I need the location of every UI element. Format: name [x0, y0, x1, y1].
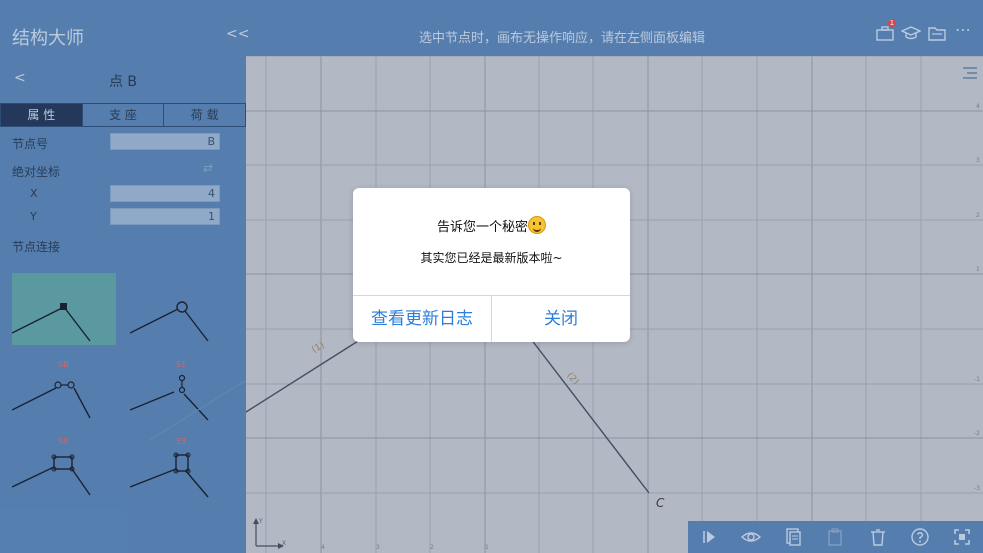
tab-loads[interactable]: 荷 载 — [164, 104, 245, 126]
play-step-icon[interactable] — [699, 527, 719, 547]
absolute-coord-label: 绝对坐标 — [12, 165, 61, 179]
header-icons: 1 ⋯ — [875, 19, 973, 42]
fit-screen-icon[interactable] — [952, 527, 972, 547]
y-label: Y — [30, 210, 37, 223]
conn-horizontal-slide-tile[interactable] — [12, 368, 116, 440]
dialog-title: 告诉您一个秘密 — [353, 216, 630, 235]
status-hint: 选中节点时，画布无操作响应，请在左侧面板编辑 — [419, 31, 706, 46]
node-number-label: 节点号 — [12, 137, 49, 151]
conn-rigid-tile[interactable] — [12, 273, 116, 345]
conn-fixed-slide-tile[interactable] — [12, 445, 116, 517]
trash-icon[interactable] — [868, 527, 888, 547]
node-properties-panel: < 点 B 属 性 支 座 荷 载 节点号 B 绝对坐标 ⇄ X 4 Y 1 节… — [0, 56, 246, 553]
tab-properties[interactable]: 属 性 — [1, 104, 83, 126]
toolbox-icon[interactable]: 1 — [875, 19, 896, 42]
paste-icon[interactable] — [825, 527, 845, 547]
close-button[interactable]: 关闭 — [492, 296, 630, 342]
member-overlap — [150, 380, 247, 441]
tab-supports[interactable]: 支 座 — [83, 104, 165, 126]
smiley-icon — [528, 216, 546, 234]
node-title: 点 B — [108, 74, 138, 90]
top-bar: 结构大师 << 选中节点时，画布无操作响应，请在左侧面板编辑 1 ⋯ — [0, 0, 983, 57]
y-coord-field[interactable]: 1 — [110, 208, 220, 225]
update-dialog: 告诉您一个秘密 其实您已经是最新版本啦~ 查看更新日志 关闭 — [353, 188, 630, 342]
view-changelog-button[interactable]: 查看更新日志 — [353, 296, 492, 342]
app-title: 结构大师 — [12, 28, 84, 49]
more-icon[interactable]: ⋯ — [953, 22, 973, 42]
collapse-panel-button[interactable]: << — [226, 26, 249, 42]
swap-icon[interactable]: ⇄ — [203, 161, 213, 175]
app-root: 结构大师 << 选中节点时，画布无操作响应，请在左侧面板编辑 1 ⋯ < 点 B… — [0, 0, 983, 553]
dialog-title-text: 告诉您一个秘密 — [436, 220, 528, 235]
copy-icon[interactable] — [783, 527, 803, 547]
panel-tabs: 属 性 支 座 荷 载 — [0, 103, 246, 127]
bottom-toolbar — [688, 521, 983, 553]
panel-header: < 点 B — [0, 56, 246, 102]
graduation-cap-icon[interactable] — [900, 24, 922, 42]
eye-icon[interactable] — [741, 527, 762, 547]
notification-badge: 1 — [888, 19, 896, 27]
node-connection-label: 节点连接 — [12, 240, 61, 254]
dialog-message: 其实您已经是最新版本啦~ — [420, 251, 563, 265]
help-icon[interactable] — [910, 527, 930, 547]
folder-icon[interactable] — [927, 24, 947, 42]
x-label: X — [30, 187, 38, 200]
node-number-field[interactable]: B — [110, 133, 220, 150]
x-coord-field[interactable]: 4 — [110, 185, 220, 202]
conn-hinge-tile[interactable] — [130, 273, 234, 345]
